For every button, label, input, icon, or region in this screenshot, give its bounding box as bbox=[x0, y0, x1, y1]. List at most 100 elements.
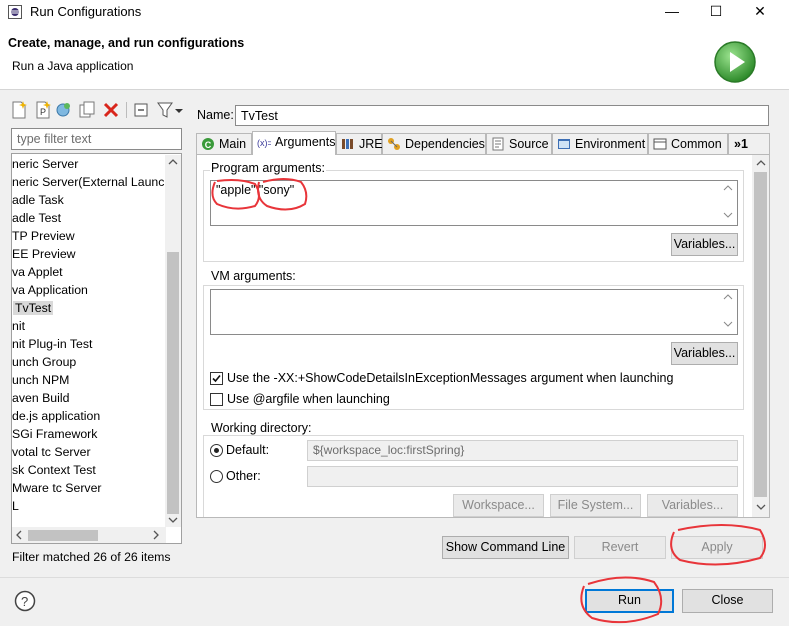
other-label: Other: bbox=[226, 469, 261, 483]
delete-icon[interactable] bbox=[102, 101, 120, 119]
default-dir-field: ${workspace_loc:firstSpring} bbox=[307, 440, 738, 461]
tree-item[interactable]: aven Build bbox=[12, 389, 69, 407]
tree-item-selected[interactable]: TvTest bbox=[13, 299, 54, 317]
svg-text:P: P bbox=[40, 107, 46, 117]
tab-label: Arguments bbox=[275, 135, 336, 149]
program-args-text: "apple" "sony" bbox=[216, 183, 295, 197]
chevron-up-icon[interactable] bbox=[756, 158, 766, 168]
vm-args-field[interactable] bbox=[210, 289, 738, 335]
chevron-down-icon[interactable] bbox=[723, 211, 733, 219]
show-code-details-label: Use the -XX:+ShowCodeDetailsInExceptionM… bbox=[227, 371, 674, 385]
toolbar-separator bbox=[126, 102, 127, 118]
tab-arguments[interactable]: (x)= Arguments bbox=[252, 131, 336, 155]
filter-input[interactable] bbox=[11, 128, 182, 150]
content-scroll-thumb[interactable] bbox=[754, 172, 767, 497]
chevron-down-icon[interactable] bbox=[756, 502, 766, 512]
working-dir-variables-button[interactable]: Variables... bbox=[647, 494, 738, 517]
program-variables-button[interactable]: Variables... bbox=[671, 233, 738, 256]
tree-item[interactable]: va Applet bbox=[12, 263, 63, 281]
arguments-panel: Program arguments: "apple" "sony" Variab… bbox=[196, 154, 770, 518]
new-prototype-icon[interactable]: P bbox=[34, 101, 52, 119]
title-bar: Run Configurations — ☐ ✕ bbox=[0, 0, 789, 24]
apply-button[interactable]: Apply bbox=[671, 536, 763, 559]
close-button[interactable]: Close bbox=[682, 589, 773, 613]
common-tab-icon bbox=[653, 138, 667, 150]
file-system-button[interactable]: File System... bbox=[550, 494, 641, 517]
tree-item[interactable]: adle Task bbox=[12, 191, 64, 209]
chevron-left-icon[interactable] bbox=[14, 530, 24, 540]
tree-item[interactable]: neric Server bbox=[12, 155, 78, 173]
run-button[interactable]: Run bbox=[585, 589, 674, 613]
tree-item[interactable]: sk Context Test bbox=[12, 461, 96, 479]
tab-label: Dependencies bbox=[405, 137, 485, 151]
tree-item[interactable]: nit bbox=[12, 317, 25, 335]
jre-tab-icon bbox=[342, 139, 353, 149]
tree-item[interactable]: TP Preview bbox=[12, 227, 75, 245]
working-dir-label: Working directory: bbox=[210, 421, 313, 435]
tab-label: Common bbox=[671, 137, 722, 151]
tab-dependencies[interactable]: Dependencies bbox=[382, 133, 486, 154]
minimize-button[interactable]: — bbox=[650, 0, 694, 24]
footer-divider bbox=[0, 577, 789, 578]
other-dir-field[interactable] bbox=[307, 466, 738, 487]
main-tab-icon: C bbox=[202, 138, 214, 150]
tree-item[interactable]: SGi Framework bbox=[12, 425, 97, 443]
tree-item[interactable]: adle Test bbox=[12, 209, 61, 227]
chevron-down-icon[interactable] bbox=[168, 515, 178, 525]
chevron-up-icon[interactable] bbox=[723, 184, 733, 192]
program-args-field[interactable]: "apple" "sony" bbox=[210, 180, 738, 226]
default-radio[interactable] bbox=[210, 444, 223, 457]
tab-jre[interactable]: JRE bbox=[336, 133, 383, 154]
name-label: Name: bbox=[197, 108, 234, 122]
chevron-up-icon[interactable] bbox=[168, 157, 178, 167]
tree-item[interactable]: unch NPM bbox=[12, 371, 69, 389]
tree-item[interactable]: unch Group bbox=[12, 353, 76, 371]
filter-icon[interactable] bbox=[156, 101, 174, 119]
vm-variables-button[interactable]: Variables... bbox=[671, 342, 738, 365]
maximize-button[interactable]: ☐ bbox=[694, 0, 738, 24]
tree-item[interactable]: nit Plug-in Test bbox=[12, 335, 92, 353]
collapse-all-icon[interactable] bbox=[133, 101, 151, 119]
tree-item[interactable]: Mware tc Server bbox=[12, 479, 102, 497]
revert-button[interactable]: Revert bbox=[574, 536, 666, 559]
tree-hscroll-thumb[interactable] bbox=[28, 530, 98, 541]
window-title: Run Configurations bbox=[30, 4, 142, 19]
tab-label: Source bbox=[509, 137, 549, 151]
tab-common[interactable]: Common bbox=[648, 133, 728, 154]
show-code-details-checkbox[interactable] bbox=[210, 372, 223, 385]
arguments-tab-icon: (x)= bbox=[257, 138, 271, 148]
tree-item[interactable]: va Application bbox=[12, 281, 88, 299]
other-radio[interactable] bbox=[210, 470, 223, 483]
program-args-label: Program arguments: bbox=[210, 161, 326, 175]
argfile-label: Use @argfile when launching bbox=[227, 392, 390, 406]
filter-status: Filter matched 26 of 26 items bbox=[12, 550, 171, 564]
help-icon[interactable]: ? bbox=[14, 590, 36, 612]
tree-item[interactable]: L bbox=[12, 497, 19, 515]
close-window-button[interactable]: ✕ bbox=[738, 0, 782, 24]
chevron-down-icon[interactable] bbox=[723, 320, 733, 328]
tab-overflow[interactable]: »1 bbox=[728, 133, 770, 154]
new-config-icon[interactable] bbox=[10, 101, 28, 119]
argfile-checkbox[interactable] bbox=[210, 393, 223, 406]
eclipse-icon bbox=[8, 5, 22, 19]
chevron-right-icon[interactable] bbox=[151, 530, 161, 540]
export-icon[interactable] bbox=[54, 101, 72, 119]
tree-item[interactable]: de.js application bbox=[12, 407, 100, 425]
name-field[interactable] bbox=[235, 105, 769, 126]
tree-item[interactable]: votal tc Server bbox=[12, 443, 91, 461]
show-command-line-button[interactable]: Show Command Line bbox=[442, 536, 569, 559]
tab-environment[interactable]: Environment bbox=[552, 133, 648, 154]
workspace-button[interactable]: Workspace... bbox=[453, 494, 544, 517]
duplicate-icon[interactable] bbox=[78, 101, 96, 119]
tab-main[interactable]: C Main bbox=[196, 133, 252, 154]
tree-item[interactable]: neric Server(External Launch bbox=[12, 173, 171, 191]
tab-source[interactable]: Source bbox=[486, 133, 552, 154]
chevron-up-icon[interactable] bbox=[723, 293, 733, 301]
source-tab-icon bbox=[492, 137, 504, 151]
environment-tab-icon bbox=[558, 139, 570, 149]
tree-scroll-thumb[interactable] bbox=[167, 252, 179, 514]
tree-item[interactable]: EE Preview bbox=[12, 245, 76, 263]
config-tree[interactable]: neric Server neric Server(External Launc… bbox=[11, 153, 182, 544]
dialog-header: Create, manage, and run configurations R… bbox=[0, 24, 789, 90]
chevron-down-icon[interactable] bbox=[174, 101, 184, 119]
